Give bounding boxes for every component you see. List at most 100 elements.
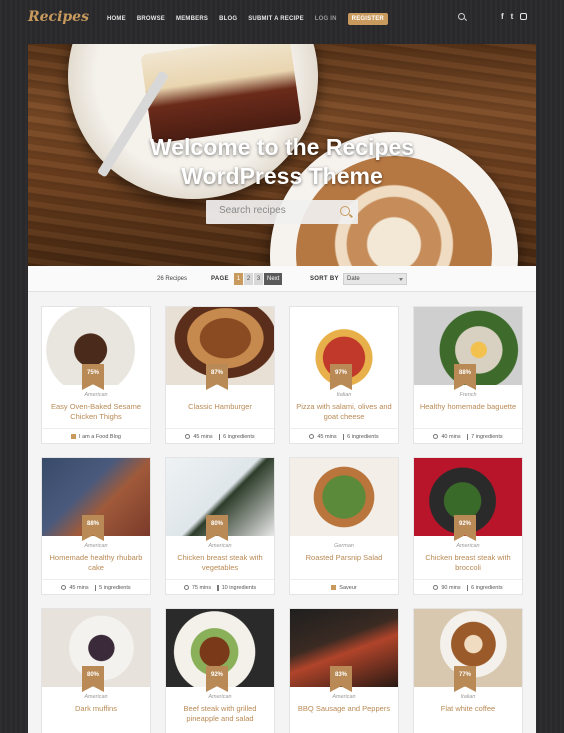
recipe-meta: 40 mins 7 ingredients [414,428,522,444]
recipe-source[interactable]: I am a Food Blog [71,434,121,440]
recipe-ingredients-label: 7 ingredients [471,433,503,440]
recipe-card-chicken-vegetables[interactable]: 80% American Chicken breast steak with veg… [165,457,275,595]
twitter-icon[interactable]: t [511,12,514,21]
recipe-meta: Saveur [290,579,398,595]
page-1-button[interactable]: 1 [234,273,243,285]
rating-badge: 97% [330,364,352,390]
recipe-card-sesame-chicken[interactable]: 75% American Easy Oven-Baked Sesame Chicke… [41,306,151,444]
rating-badge: 83% [330,666,352,692]
rating-badge: 75% [82,364,104,390]
recipe-ingredients-label: 5 ingredients [99,584,131,591]
top-icons: f t [458,12,528,21]
recipe-time-label: 75 mins [191,584,212,591]
recipe-meta: I am a Food Blog [42,428,150,444]
hero-search [206,200,358,224]
recipe-title[interactable]: Pizza with salami, olives and goat chees… [294,402,394,422]
nav-login[interactable]: LOG IN [315,16,337,22]
page-3-button[interactable]: 3 [254,273,263,285]
recipe-ingredients-label: 6 ingredients [223,433,255,440]
nav-members[interactable]: MEMBERS [176,16,208,22]
rating-badge: 92% [206,666,228,692]
recipe-card-classic-hamburger[interactable]: 87% Classic Hamburger 45 mins 6 ingredients [165,306,275,444]
recipe-title[interactable]: Homemade healthy rhubarb cake [46,553,146,573]
facebook-icon[interactable]: f [501,12,504,21]
rating-badge: 88% [82,515,104,541]
recipe-title[interactable]: Healthy homemade baguette [418,402,518,412]
recipe-cuisine: American [208,694,232,700]
sort-select[interactable]: Date [343,273,407,285]
recipe-ingredients: 6 ingredients [218,433,255,440]
recipe-card-beef-steak[interactable]: 92% American Beef steak with grilled pinea… [165,608,275,733]
recipe-card-bbq-sausage[interactable]: 83% American BBQ Sausage and Peppers [289,608,399,733]
nav-browse[interactable]: BROWSE [137,16,165,22]
recipe-title[interactable]: Easy Oven-Baked Sesame Chicken Thighs [46,402,146,422]
recipe-thumbnail[interactable] [290,458,398,536]
recipe-cuisine: American [208,543,232,549]
recipe-meta: 45 mins 5 ingredients [42,579,150,595]
recipe-cuisine: American [456,543,480,549]
recipe-count: 26 Recipes [157,276,188,282]
recipe-time-label: 40 mins [441,433,461,440]
recipe-source-label: I am a Food Blog [79,433,121,440]
nav-blog[interactable]: BLOG [219,16,237,22]
ingredients-icon [342,433,345,440]
recipe-time: 40 mins [433,433,461,440]
clock-icon [433,434,439,439]
rating-badge: 92% [454,515,476,541]
rating-badge: 88% [454,364,476,390]
filter-bar: 26 Recipes PAGE 1 2 3 Next SORT BY Date [28,266,536,292]
recipe-card-chicken-broccoli[interactable]: 92% American Chicken breast steak with bro… [413,457,523,595]
recipe-title[interactable]: Chicken breast steak with broccoli [418,553,518,573]
recipe-card-salami-pizza[interactable]: 97% Italian Pizza with salami, olives and … [289,306,399,444]
hero-title-line2: WordPress Theme [181,163,383,189]
recipe-cuisine: French [459,392,477,398]
recipe-cuisine: American [84,694,108,700]
recipe-title[interactable]: BBQ Sausage and Peppers [294,704,394,714]
instagram-icon[interactable] [520,13,528,20]
ingredients-icon [466,584,469,591]
recipe-title[interactable]: Chicken breast steak with vegetables [170,553,270,573]
recipe-ingredients: 6 ingredients [342,433,379,440]
rating-badge: 77% [454,666,476,692]
register-button[interactable]: REGISTER [347,13,388,25]
page-frame: Welcome to the Recipes WordPress Theme 2… [28,44,536,733]
recipe-ingredients-label: 6 ingredients [347,433,379,440]
recipe-title[interactable]: Classic Hamburger [170,402,270,412]
recipe-card-parsnip-salad[interactable]: German Roasted Parsnip Salad Saveur [289,457,399,595]
clock-icon [309,434,315,439]
recipe-cuisine: American [84,543,108,549]
recipe-card-dark-muffins[interactable]: 80% American Dark muffins [41,608,151,733]
page-2-button[interactable]: 2 [244,273,253,285]
recipe-time: 45 mins [185,434,213,440]
nav-home[interactable]: HOME [107,16,126,22]
recipe-source[interactable]: Saveur [331,584,357,591]
search-icon[interactable] [458,13,465,20]
hero-title: Welcome to the Recipes WordPress Theme [28,133,536,191]
recipe-cuisine: Italian [336,392,352,398]
recipe-time-label: 45 mins [69,584,89,591]
search-submit-icon[interactable] [340,206,350,216]
recipe-ingredients: 5 ingredients [94,584,131,591]
recipe-source-label: Saveur [339,584,357,591]
recipe-title[interactable]: Roasted Parsnip Salad [294,553,394,563]
clock-icon [61,585,67,590]
recipe-cuisine: American [332,694,356,700]
recipe-card-rhubarb-cake[interactable]: 88% American Homemade healthy rhubarb cake… [41,457,151,595]
recipe-cuisine: American [84,392,108,398]
recipe-ingredients: 7 ingredients [466,433,503,440]
recipe-time-label: 90 mins [441,584,461,591]
site-logo[interactable]: Recipes [28,9,89,25]
next-page-button[interactable]: Next [264,273,283,285]
recipe-title[interactable]: Beef steak with grilled pineapple and sa… [170,704,270,724]
search-input[interactable] [219,205,329,216]
rating-badge: 80% [206,515,228,541]
recipe-title[interactable]: Dark muffins [46,704,146,714]
recipe-card-flat-white[interactable]: 77% Italian Flat white coffee [413,608,523,733]
recipe-title[interactable]: Flat white coffee [418,704,518,714]
page-label: PAGE [211,276,229,282]
nav-submit-recipe[interactable]: SUBMIT A RECIPE [248,16,304,22]
recipe-cuisine: German [334,543,354,549]
sort-label: SORT BY [310,276,339,282]
recipe-card-homemade-baguette[interactable]: 88% French Healthy homemade baguette 40 min… [413,306,523,444]
source-icon [71,434,77,439]
